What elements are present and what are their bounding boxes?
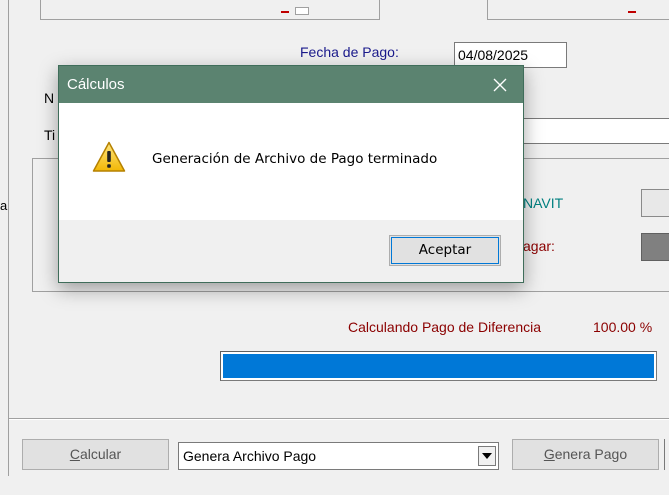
left-clip-label-n: N [44,90,55,106]
infonavit-value-field [641,189,669,217]
genera-pago-button[interactable]: Genera Pago [512,439,659,470]
genera-pago-accel: G [543,446,555,462]
dialog-content: Generación de Archivo de Pago terminado [59,103,523,220]
calculos-dialog: Cálculos Generación de Archivo de Pago t… [58,65,524,283]
top-red-mark-right [628,11,636,13]
warning-icon [92,141,126,176]
calcular-accel: C [69,446,80,462]
progress-bar-fill [223,354,654,378]
action-select-value: Genera Archivo Pago [183,448,317,464]
action-select[interactable]: Genera Archivo Pago [178,442,499,470]
calcular-button[interactable]: Calcular [22,439,169,470]
chevron-down-icon[interactable] [478,446,496,466]
bottom-strip [0,476,669,495]
dialog-title: Cálculos [67,76,125,93]
top-red-mark [281,11,289,13]
window-left-edge [0,0,9,495]
footer-divider [9,418,669,420]
fecha-de-pago-label: Fecha de Pago: [300,44,399,60]
progress-bar [220,351,657,381]
total-pagar-label: agar: [523,238,555,254]
left-clip-label-a: a [0,198,8,213]
left-clip-label-ti: Ti [44,127,56,143]
top-group-box-right [487,0,669,20]
calcular-rest: alcular [79,446,122,462]
genera-pago-rest: enera Pago [554,446,628,462]
dialog-titlebar[interactable]: Cálculos [59,66,523,103]
right-edge-control [664,439,669,470]
total-pagar-value-field [641,233,669,261]
top-field-stub [295,7,309,15]
dialog-message: Generación de Archivo de Pago terminado [152,151,438,167]
infonavit-label: NAVIT [523,195,564,211]
aceptar-button[interactable]: Aceptar [389,235,501,266]
progress-percent-label: 100.00 % [593,319,653,335]
progress-status-label: Calculando Pago de Diferencia [348,319,542,335]
tipo-field[interactable] [520,118,669,144]
top-group-box-left [40,0,380,20]
close-icon[interactable] [477,66,523,103]
